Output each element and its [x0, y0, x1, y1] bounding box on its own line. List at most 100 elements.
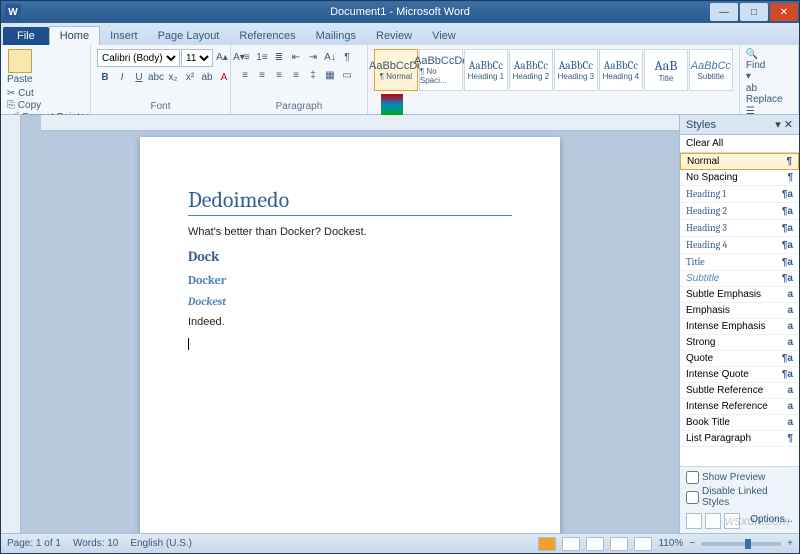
- doc-heading-3[interactable]: Docker: [188, 273, 512, 287]
- sort-icon[interactable]: A↓: [322, 49, 338, 65]
- strike-icon[interactable]: abc: [148, 69, 164, 85]
- doc-heading-4[interactable]: Dockest: [188, 295, 512, 308]
- horizontal-ruler[interactable]: [41, 115, 679, 131]
- align-center-icon[interactable]: ≡: [254, 67, 270, 83]
- vertical-ruler[interactable]: [1, 115, 21, 533]
- styles-gallery[interactable]: AaBbCcDc¶ Normal AaBbCcDc¶ No Spaci... A…: [374, 49, 733, 91]
- borders-icon[interactable]: ▭: [339, 67, 355, 83]
- zoom-slider[interactable]: [701, 542, 781, 546]
- superscript-icon[interactable]: x²: [182, 69, 198, 85]
- disable-linked-checkbox[interactable]: Disable Linked Styles: [686, 486, 793, 508]
- style-inspector-icon[interactable]: [705, 513, 721, 529]
- style-item[interactable]: Title¶a: [680, 254, 799, 271]
- justify-icon[interactable]: ≡: [288, 67, 304, 83]
- tab-page-layout[interactable]: Page Layout: [148, 27, 230, 45]
- style-item[interactable]: Stronga: [680, 335, 799, 351]
- tab-insert[interactable]: Insert: [100, 27, 148, 45]
- multilevel-icon[interactable]: ≣: [271, 49, 287, 65]
- zoom-level[interactable]: 110%: [658, 538, 683, 549]
- style-heading1[interactable]: AaBbCcHeading 1: [464, 49, 508, 91]
- font-color-icon[interactable]: A: [216, 69, 232, 85]
- tab-view[interactable]: View: [422, 27, 466, 45]
- style-normal[interactable]: AaBbCcDc¶ Normal: [374, 49, 418, 91]
- zoom-out-button[interactable]: −: [689, 538, 695, 549]
- document-area[interactable]: Dedoimedo What's better than Docker? Doc…: [21, 131, 679, 533]
- replace-button[interactable]: ab Replace: [746, 83, 783, 105]
- align-right-icon[interactable]: ≡: [271, 67, 287, 83]
- styles-pane-close-icon[interactable]: ▾ ✕: [775, 118, 793, 131]
- style-item[interactable]: Book Titlea: [680, 415, 799, 431]
- show-preview-checkbox[interactable]: Show Preview: [686, 471, 793, 484]
- maximize-button[interactable]: □: [740, 3, 768, 21]
- subscript-icon[interactable]: x₂: [165, 69, 181, 85]
- style-item[interactable]: No Spacing¶: [680, 170, 799, 186]
- bold-icon[interactable]: B: [97, 69, 113, 85]
- tab-home[interactable]: Home: [49, 26, 100, 45]
- print-layout-view-icon[interactable]: [538, 537, 556, 551]
- numbering-icon[interactable]: 1≡: [254, 49, 270, 65]
- doc-paragraph[interactable]: What's better than Docker? Dockest.: [188, 226, 512, 238]
- bullets-icon[interactable]: •≡: [237, 49, 253, 65]
- line-spacing-icon[interactable]: ‡: [305, 67, 321, 83]
- full-screen-view-icon[interactable]: [562, 537, 580, 551]
- style-heading3[interactable]: AaBbCcHeading 3: [554, 49, 598, 91]
- style-item[interactable]: Heading 3¶a: [680, 220, 799, 237]
- style-subtitle[interactable]: AaBbCcSubtitle: [689, 49, 733, 91]
- style-item[interactable]: Heading 1¶a: [680, 186, 799, 203]
- styles-options-link[interactable]: Options...: [750, 514, 793, 525]
- underline-icon[interactable]: U: [131, 69, 147, 85]
- highlight-icon[interactable]: ab: [199, 69, 215, 85]
- status-words[interactable]: Words: 10: [73, 538, 118, 549]
- copy-button[interactable]: ⎘ Copy: [7, 100, 89, 111]
- style-item[interactable]: List Paragraph¶: [680, 431, 799, 447]
- paste-button[interactable]: Paste: [7, 49, 33, 85]
- style-item[interactable]: Subtle Referencea: [680, 383, 799, 399]
- status-language[interactable]: English (U.S.): [130, 538, 192, 549]
- outline-view-icon[interactable]: [610, 537, 628, 551]
- shading-icon[interactable]: ▦: [322, 67, 338, 83]
- style-no-spacing[interactable]: AaBbCcDc¶ No Spaci...: [419, 49, 463, 91]
- style-item[interactable]: Quote¶a: [680, 351, 799, 367]
- style-heading4[interactable]: AaBbCcHeading 4: [599, 49, 643, 91]
- style-item[interactable]: Heading 4¶a: [680, 237, 799, 254]
- status-page[interactable]: Page: 1 of 1: [7, 538, 61, 549]
- increase-indent-icon[interactable]: ⇥: [305, 49, 321, 65]
- clear-all-button[interactable]: Clear All: [680, 135, 799, 153]
- align-left-icon[interactable]: ≡: [237, 67, 253, 83]
- font-family-select[interactable]: Calibri (Body): [97, 49, 180, 67]
- minimize-button[interactable]: —: [710, 3, 738, 21]
- style-item[interactable]: Intense Emphasisa: [680, 319, 799, 335]
- style-item[interactable]: Intense Referencea: [680, 399, 799, 415]
- page[interactable]: Dedoimedo What's better than Docker? Doc…: [140, 137, 560, 533]
- grow-font-icon[interactable]: A▴: [214, 49, 230, 65]
- tab-references[interactable]: References: [229, 27, 305, 45]
- decrease-indent-icon[interactable]: ⇤: [288, 49, 304, 65]
- style-title[interactable]: AaBTitle: [644, 49, 688, 91]
- styles-list[interactable]: Normal¶ No Spacing¶ Heading 1¶a Heading …: [680, 153, 799, 466]
- doc-heading-2[interactable]: Dock: [188, 248, 512, 265]
- new-style-icon[interactable]: [686, 513, 702, 529]
- style-heading2[interactable]: AaBbCcHeading 2: [509, 49, 553, 91]
- web-layout-view-icon[interactable]: [586, 537, 604, 551]
- font-size-select[interactable]: 11: [181, 49, 213, 67]
- zoom-in-button[interactable]: +: [787, 538, 793, 549]
- cut-button[interactable]: ✂ Cut: [7, 88, 89, 99]
- style-item[interactable]: Emphasisa: [680, 303, 799, 319]
- doc-cursor-line[interactable]: [188, 338, 512, 350]
- find-button[interactable]: 🔍 Find ▾: [746, 49, 765, 82]
- doc-title-text[interactable]: Dedoimedo: [188, 187, 512, 216]
- draft-view-icon[interactable]: [634, 537, 652, 551]
- italic-icon[interactable]: I: [114, 69, 130, 85]
- doc-paragraph[interactable]: Indeed.: [188, 316, 512, 328]
- style-item[interactable]: Heading 2¶a: [680, 203, 799, 220]
- style-item-normal[interactable]: Normal¶: [680, 153, 799, 170]
- close-button[interactable]: ✕: [770, 3, 798, 21]
- style-item[interactable]: Subtitle¶a: [680, 271, 799, 287]
- style-item[interactable]: Intense Quote¶a: [680, 367, 799, 383]
- show-marks-icon[interactable]: ¶: [339, 49, 355, 65]
- style-item[interactable]: Subtle Emphasisa: [680, 287, 799, 303]
- tab-review[interactable]: Review: [366, 27, 422, 45]
- tab-mailings[interactable]: Mailings: [306, 27, 366, 45]
- tab-file[interactable]: File: [3, 27, 49, 45]
- manage-styles-icon[interactable]: [724, 513, 740, 529]
